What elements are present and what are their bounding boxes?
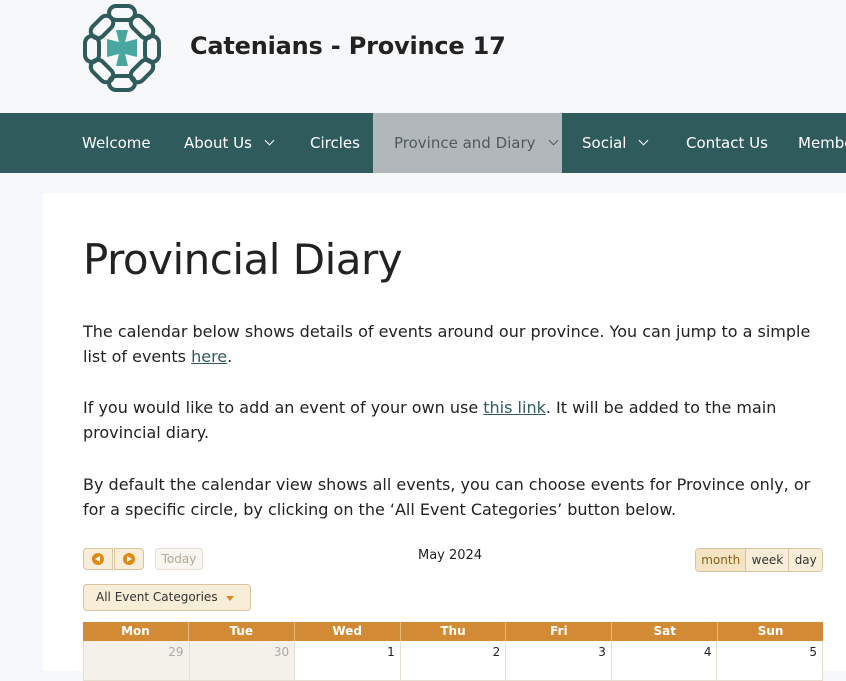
nav-item-social[interactable]: Social [582, 113, 649, 173]
intro-paragraph: The calendar below shows details of even… [83, 319, 823, 369]
nav-item-members[interactable]: Membe [798, 113, 846, 173]
view-switcher: month week day [695, 548, 823, 572]
caret-down-icon [226, 596, 234, 601]
events-list-link[interactable]: here [191, 347, 227, 366]
weekday-label: Mon [121, 624, 150, 638]
nav-item-about-us[interactable]: About Us [184, 113, 275, 173]
calendar-day-cell[interactable]: 2 [399, 641, 506, 681]
main-content: Provincial Diary The calendar below show… [43, 193, 846, 681]
nav-item-label: Province and Diary [394, 134, 536, 152]
nav-item-label: Contact Us [686, 134, 768, 152]
weekday-label: Sat [611, 622, 717, 641]
add-event-paragraph: If you would like to add an event of you… [83, 395, 823, 445]
site-title[interactable]: Catenians - Province 17 [190, 32, 506, 60]
weekday-label: Wed [293, 622, 400, 641]
filter-paragraph: By default the calendar view shows all e… [83, 475, 811, 519]
prev-month-button[interactable] [83, 548, 113, 570]
chevron-down-icon [264, 135, 275, 146]
nav-item-circles[interactable]: Circles [310, 113, 360, 173]
nav-item-label: Welcome [82, 134, 151, 152]
nav-item-label: Social [582, 134, 627, 152]
weekday-label: Tue [187, 622, 294, 641]
nav-item-contact-us[interactable]: Contact Us [686, 113, 768, 173]
dropdown-label: All Event Categories [96, 590, 218, 604]
calendar-day-cell[interactable]: 1 [294, 641, 400, 681]
view-month-button[interactable]: month [696, 549, 746, 571]
page-title: Provincial Diary [83, 235, 403, 284]
calendar-day-cell[interactable]: 3 [505, 641, 611, 681]
main-nav: Welcome About Us Circles Province and Di… [0, 113, 846, 173]
weekday-label: Thu [399, 622, 506, 641]
arrow-right-icon [123, 553, 135, 565]
nav-item-label: Circles [310, 134, 360, 152]
site-header: Catenians - Province 17 [0, 0, 846, 113]
add-event-link[interactable]: this link [483, 398, 546, 417]
catenian-chain-cross-logo[interactable] [83, 4, 161, 92]
today-button[interactable]: Today [155, 548, 203, 570]
arrow-left-icon [92, 553, 104, 565]
nav-item-label: About Us [184, 134, 252, 152]
event-categories-dropdown[interactable]: All Event Categories [83, 584, 251, 611]
weekday-label: Fri [505, 622, 611, 641]
calendar-day-cell[interactable]: 29 [83, 641, 189, 681]
chevron-down-icon [639, 135, 649, 146]
calendar-day-cell[interactable]: 30 [188, 641, 295, 681]
calendar-weekday-header: Mon Tue Wed Thu Fri Sat Sun [83, 622, 823, 641]
next-month-button[interactable] [114, 548, 144, 570]
view-week-button[interactable]: week [745, 549, 789, 571]
chevron-down-icon [548, 135, 558, 146]
nav-item-label: Membe [798, 134, 846, 152]
nav-item-welcome[interactable]: Welcome [82, 113, 151, 173]
view-day-button[interactable]: day [788, 549, 822, 571]
paragraph-text: If you would like to add an event of you… [83, 398, 484, 417]
weekday-label: Sun [717, 622, 823, 641]
calendar-week-row: 29 30 1 2 3 4 5 [83, 641, 824, 681]
calendar-day-cell[interactable]: 5 [716, 641, 824, 681]
nav-item-province-and-diary[interactable]: Province and Diary [373, 113, 562, 173]
calendar-month-title: May 2024 [418, 548, 483, 563]
paragraph-text: . [227, 347, 233, 366]
calendar-day-cell[interactable]: 4 [610, 641, 717, 681]
